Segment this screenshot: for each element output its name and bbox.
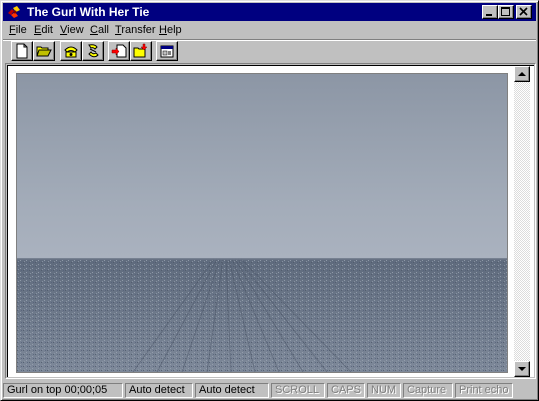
menu-bar: File Edit View Call Transfer Help	[3, 22, 536, 39]
menu-view-label: iew	[67, 24, 84, 36]
minimize-icon	[486, 14, 492, 16]
terminal-screen[interactable]	[7, 65, 534, 377]
receive-icon	[133, 43, 148, 58]
status-bar: Gurl on top 00;00;05 Auto detect Auto de…	[3, 382, 536, 399]
menu-edit-label: dit	[41, 24, 53, 36]
status-detect-speed: Auto detect	[195, 383, 269, 398]
menu-file-accel: F	[9, 24, 16, 36]
minimize-button[interactable]	[482, 5, 498, 19]
menu-call-accel: C	[90, 24, 98, 36]
status-connection-time: Gurl on top 00;00;05	[3, 383, 123, 398]
disconnect-icon	[88, 44, 99, 58]
menu-view[interactable]: View	[60, 23, 84, 37]
status-capture: Capture	[403, 383, 453, 398]
scroll-down-button[interactable]	[514, 361, 530, 377]
status-scroll: SCROLL	[271, 383, 325, 398]
properties-icon	[160, 45, 174, 58]
menu-call[interactable]: Call	[90, 23, 109, 37]
maximize-button[interactable]	[498, 5, 514, 19]
menu-edit[interactable]: Edit	[34, 23, 53, 37]
menu-help[interactable]: Help	[159, 23, 182, 37]
properties-button[interactable]	[156, 41, 178, 61]
hyperterminal-phone-icon[interactable]	[6, 4, 22, 20]
new-icon	[16, 43, 28, 59]
close-icon	[519, 7, 528, 16]
menu-file-label: ile	[15, 24, 27, 36]
connect-icon	[64, 46, 78, 58]
window-title: The Gurl With Her Tie	[27, 5, 150, 19]
send-button[interactable]	[108, 41, 130, 61]
status-detect-terminal: Auto detect	[125, 383, 193, 398]
open-button[interactable]	[33, 41, 55, 61]
terminal-area[interactable]	[5, 63, 536, 379]
maximize-icon	[501, 7, 510, 16]
connect-button[interactable]	[60, 41, 82, 61]
disconnect-button[interactable]	[82, 41, 104, 61]
status-num: NUM	[367, 383, 401, 398]
status-caps: CAPS	[327, 383, 365, 398]
receive-button[interactable]	[130, 41, 152, 61]
menu-help-accel: H	[159, 24, 167, 36]
menu-transfer-label: ransfer	[121, 24, 156, 36]
menu-call-label: all	[97, 24, 109, 36]
field-landscape-image	[17, 74, 507, 372]
scroll-up-button[interactable]	[514, 66, 530, 82]
arrow-up-icon	[518, 72, 526, 76]
menu-file[interactable]: File	[9, 23, 27, 37]
status-print-echo: Print echo	[455, 383, 513, 398]
menu-transfer[interactable]: Transfer	[115, 23, 156, 37]
received-image	[16, 73, 508, 373]
toolbar	[3, 41, 536, 63]
vertical-scrollbar[interactable]	[514, 66, 530, 377]
open-icon	[36, 46, 52, 57]
send-icon	[111, 44, 127, 58]
arrow-down-icon	[518, 367, 526, 371]
new-connection-button[interactable]	[11, 41, 33, 61]
close-button[interactable]	[516, 5, 532, 19]
title-bar[interactable]: The Gurl With Her Tie	[3, 3, 536, 21]
menu-help-label: elp	[166, 24, 182, 36]
hyperterminal-window: The Gurl With Her Tie File Edit View Cal…	[0, 0, 539, 401]
